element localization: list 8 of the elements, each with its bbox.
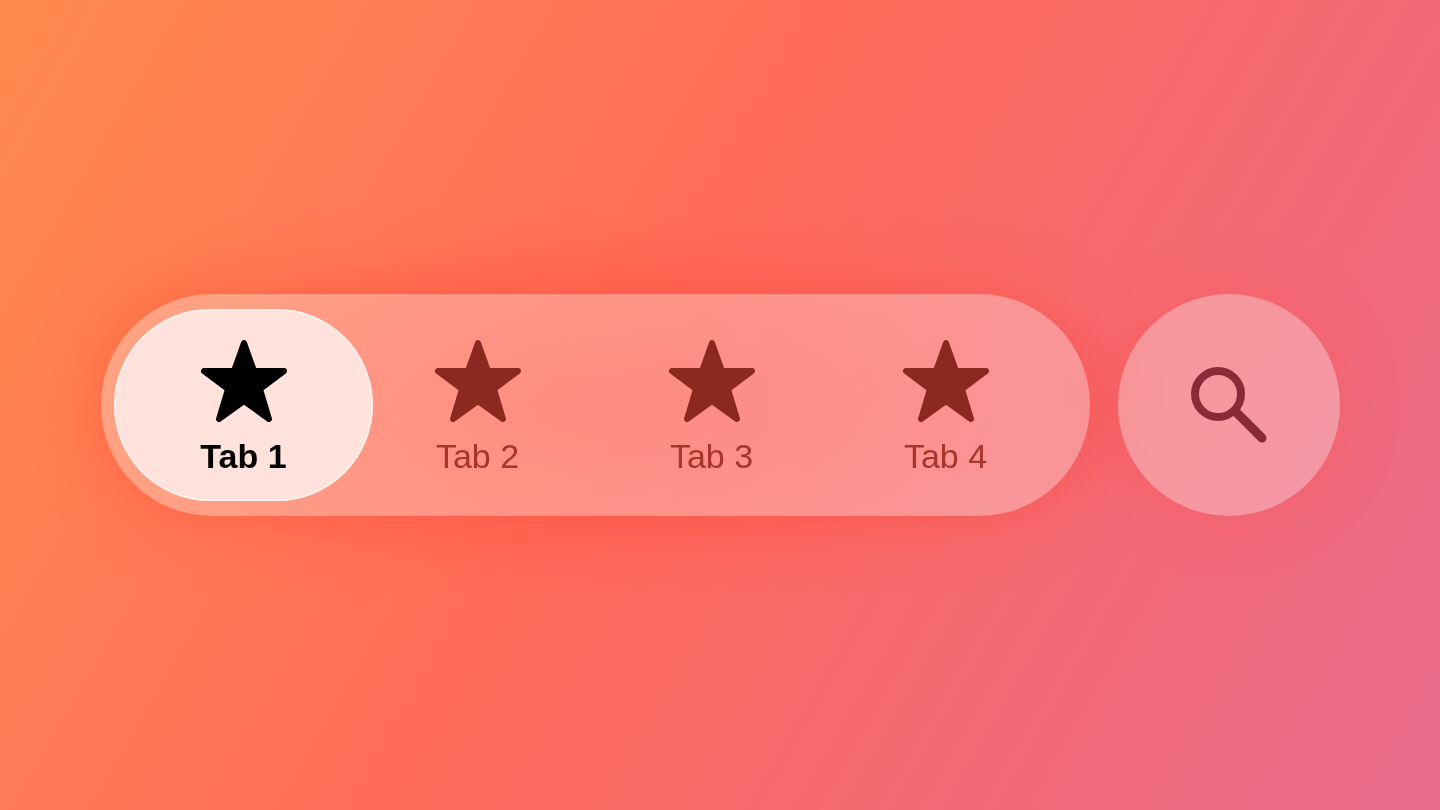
- star-icon: [433, 339, 522, 423]
- star-icon: [901, 339, 990, 423]
- star-icon: [667, 339, 756, 423]
- tab[interactable]: Tab 3: [594, 309, 829, 501]
- tab[interactable]: Tab 4: [828, 309, 1063, 501]
- star-icon: [199, 339, 288, 423]
- search-icon: [1189, 366, 1268, 444]
- tab[interactable]: Tab 1: [114, 309, 373, 501]
